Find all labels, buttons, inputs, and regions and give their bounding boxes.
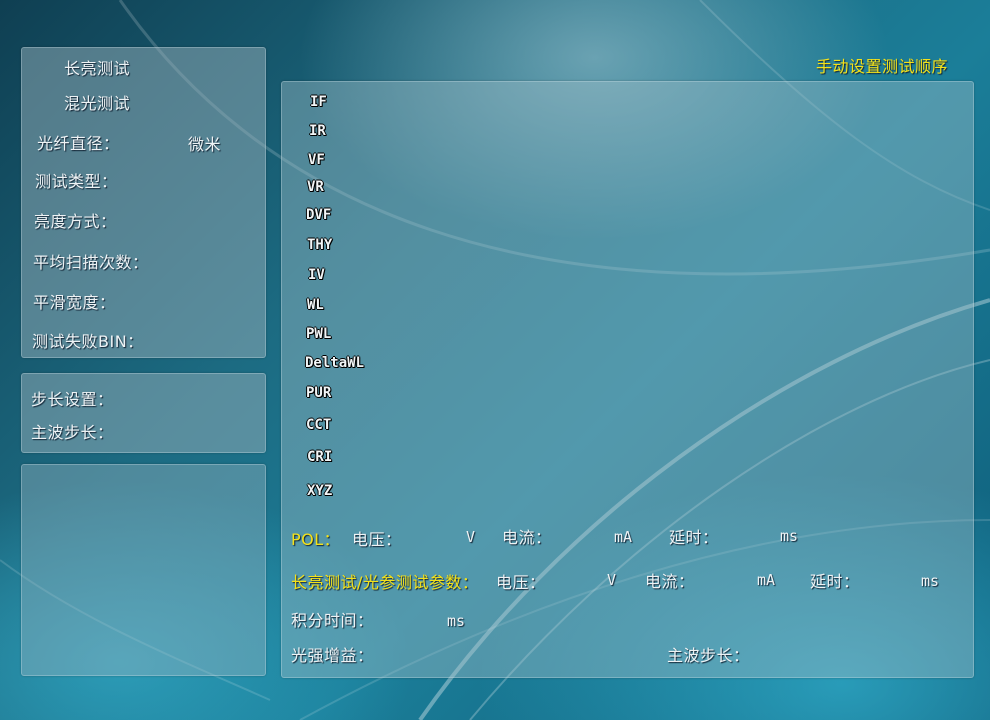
long-bright-delay-unit: ms	[921, 572, 940, 590]
manual-test-order-title[interactable]: 手动设置测试顺序	[816, 53, 948, 77]
test-item-thy[interactable]: THY	[307, 237, 332, 253]
test-item-vf[interactable]: VF	[308, 152, 325, 168]
fiber-diameter-unit: 微米	[188, 135, 222, 154]
pol-current-unit: mA	[614, 528, 633, 546]
pol-delay-label: 延时：	[669, 528, 719, 547]
fail-bin-label: 测试失败BIN：	[32, 332, 144, 351]
test-item-cri[interactable]: CRI	[307, 449, 332, 465]
long-bright-voltage-unit: V	[607, 571, 617, 589]
dominant-wave-step-label: 主波步长：	[31, 423, 114, 442]
test-item-pur[interactable]: PUR	[306, 385, 331, 401]
fiber-diameter-label: 光纤直径：	[37, 134, 120, 153]
light-gain-label: 光强增益：	[291, 646, 374, 665]
integration-time-label: 积分时间：	[291, 611, 374, 630]
smooth-width-label: 平滑宽度：	[33, 293, 116, 312]
test-type-label: 测试类型：	[35, 172, 118, 191]
long-bright-current-unit: mA	[757, 571, 776, 589]
pol-current-label: 电流：	[502, 528, 552, 547]
test-item-xyz[interactable]: XYZ	[307, 483, 332, 499]
long-bright-delay-label: 延时：	[810, 572, 860, 591]
long-bright-test-option[interactable]: 长亮测试	[64, 55, 130, 79]
pol-title: POL：	[291, 530, 341, 549]
test-item-wl[interactable]: WL	[307, 297, 324, 313]
test-item-iv[interactable]: IV	[308, 267, 325, 283]
pol-voltage-unit: V	[466, 528, 476, 546]
long-bright-current-label: 电流：	[645, 572, 695, 591]
mixed-light-test-option[interactable]: 混光测试	[64, 90, 130, 114]
test-item-pwl[interactable]: PWL	[306, 326, 331, 342]
test-item-if[interactable]: IF	[310, 94, 327, 110]
pol-voltage-label: 电压：	[352, 530, 402, 549]
long-bright-voltage-label: 电压：	[496, 573, 546, 592]
test-item-cct[interactable]: CCT	[306, 417, 331, 433]
avg-scan-count-label: 平均扫描次数：	[33, 253, 149, 272]
main-wave-step-label: 主波步长：	[667, 646, 750, 665]
test-item-vr[interactable]: VR	[307, 179, 324, 195]
test-item-ir[interactable]: IR	[309, 123, 326, 139]
long-bright-params-title: 长亮测试/光参测试参数：	[291, 573, 479, 592]
test-item-deltawl[interactable]: DeltaWL	[305, 355, 364, 371]
empty-panel	[21, 464, 266, 676]
step-setting-label: 步长设置：	[31, 390, 114, 409]
integration-time-unit: ms	[447, 612, 466, 630]
brightness-mode-label: 亮度方式：	[34, 212, 117, 231]
pol-delay-unit: ms	[780, 527, 799, 545]
test-item-dvf[interactable]: DVF	[306, 207, 331, 223]
